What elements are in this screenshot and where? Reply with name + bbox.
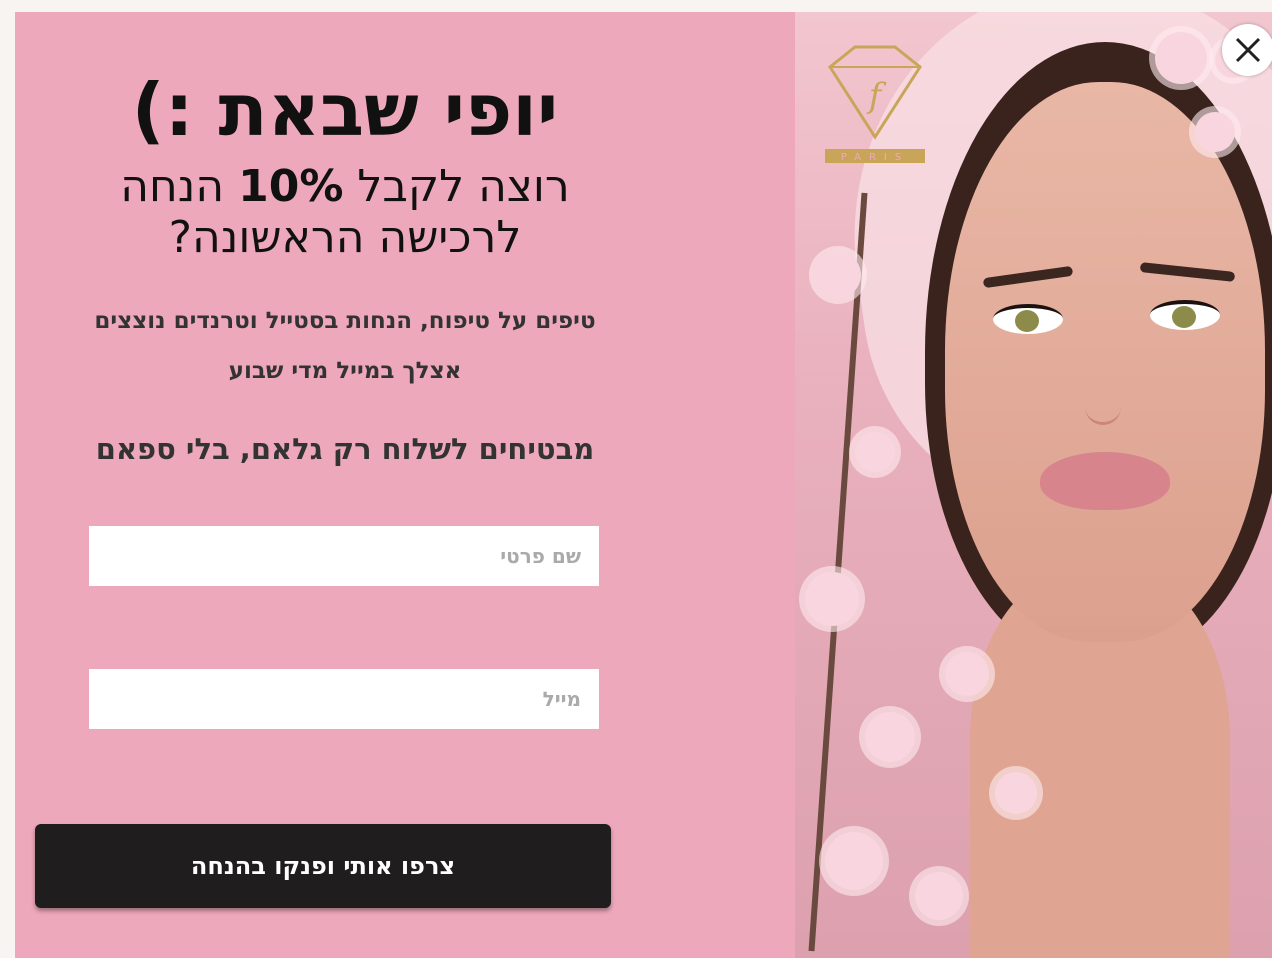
subhead-pre: רוצה לקבל (343, 161, 570, 212)
no-spam-promise: מבטיחים לשלוח רק גלאם, בלי ספאם (95, 432, 595, 466)
description-line-1: טיפים על טיפוח, הנחות בסטייל וטרנדים נוצ… (94, 308, 596, 334)
lips (1040, 452, 1170, 510)
popup-content: יופי שבאת :) רוצה לקבל 10% הנחה לרכישה ה… (15, 12, 675, 958)
fv-diamond-logo-icon: f PARIS (825, 45, 925, 163)
blossom (915, 872, 963, 920)
blossom (815, 252, 861, 298)
description-line-2: אצלך במייל מדי שבוע (228, 358, 462, 384)
blossom (865, 712, 915, 762)
face-shape (945, 82, 1265, 642)
popup-description: טיפים על טיפוח, הנחות בסטייל וטרנדים נוצ… (55, 296, 635, 396)
svg-text:f: f (866, 76, 887, 116)
subhead-discount: 10% (238, 161, 344, 212)
email-input[interactable] (89, 669, 599, 729)
blossom (995, 772, 1037, 814)
right-eye (1150, 300, 1220, 330)
popup-headline: יופי שבאת :) (131, 68, 559, 152)
close-icon (1235, 37, 1261, 63)
signup-popup: יופי שבאת :) רוצה לקבל 10% הנחה לרכישה ה… (15, 12, 1272, 958)
left-eye (993, 304, 1063, 334)
close-button[interactable] (1222, 24, 1272, 76)
blossom (805, 572, 859, 626)
right-iris (1172, 306, 1196, 328)
logo-caption: PARIS (841, 152, 909, 163)
nose (1085, 362, 1121, 425)
left-eyebrow (982, 265, 1074, 289)
right-eyebrow (1139, 262, 1236, 282)
blossom (1195, 112, 1235, 152)
blossom (945, 652, 989, 696)
popup-subheadline: רוצה לקבל 10% הנחה לרכישה הראשונה? (85, 161, 605, 263)
subscribe-button[interactable]: צרפו אותי ופנקו בהנחה (35, 824, 611, 908)
left-iris (1015, 310, 1039, 332)
first-name-input[interactable] (89, 526, 599, 586)
blossom (1155, 32, 1207, 84)
blossom (855, 432, 895, 472)
blossom (825, 832, 883, 890)
